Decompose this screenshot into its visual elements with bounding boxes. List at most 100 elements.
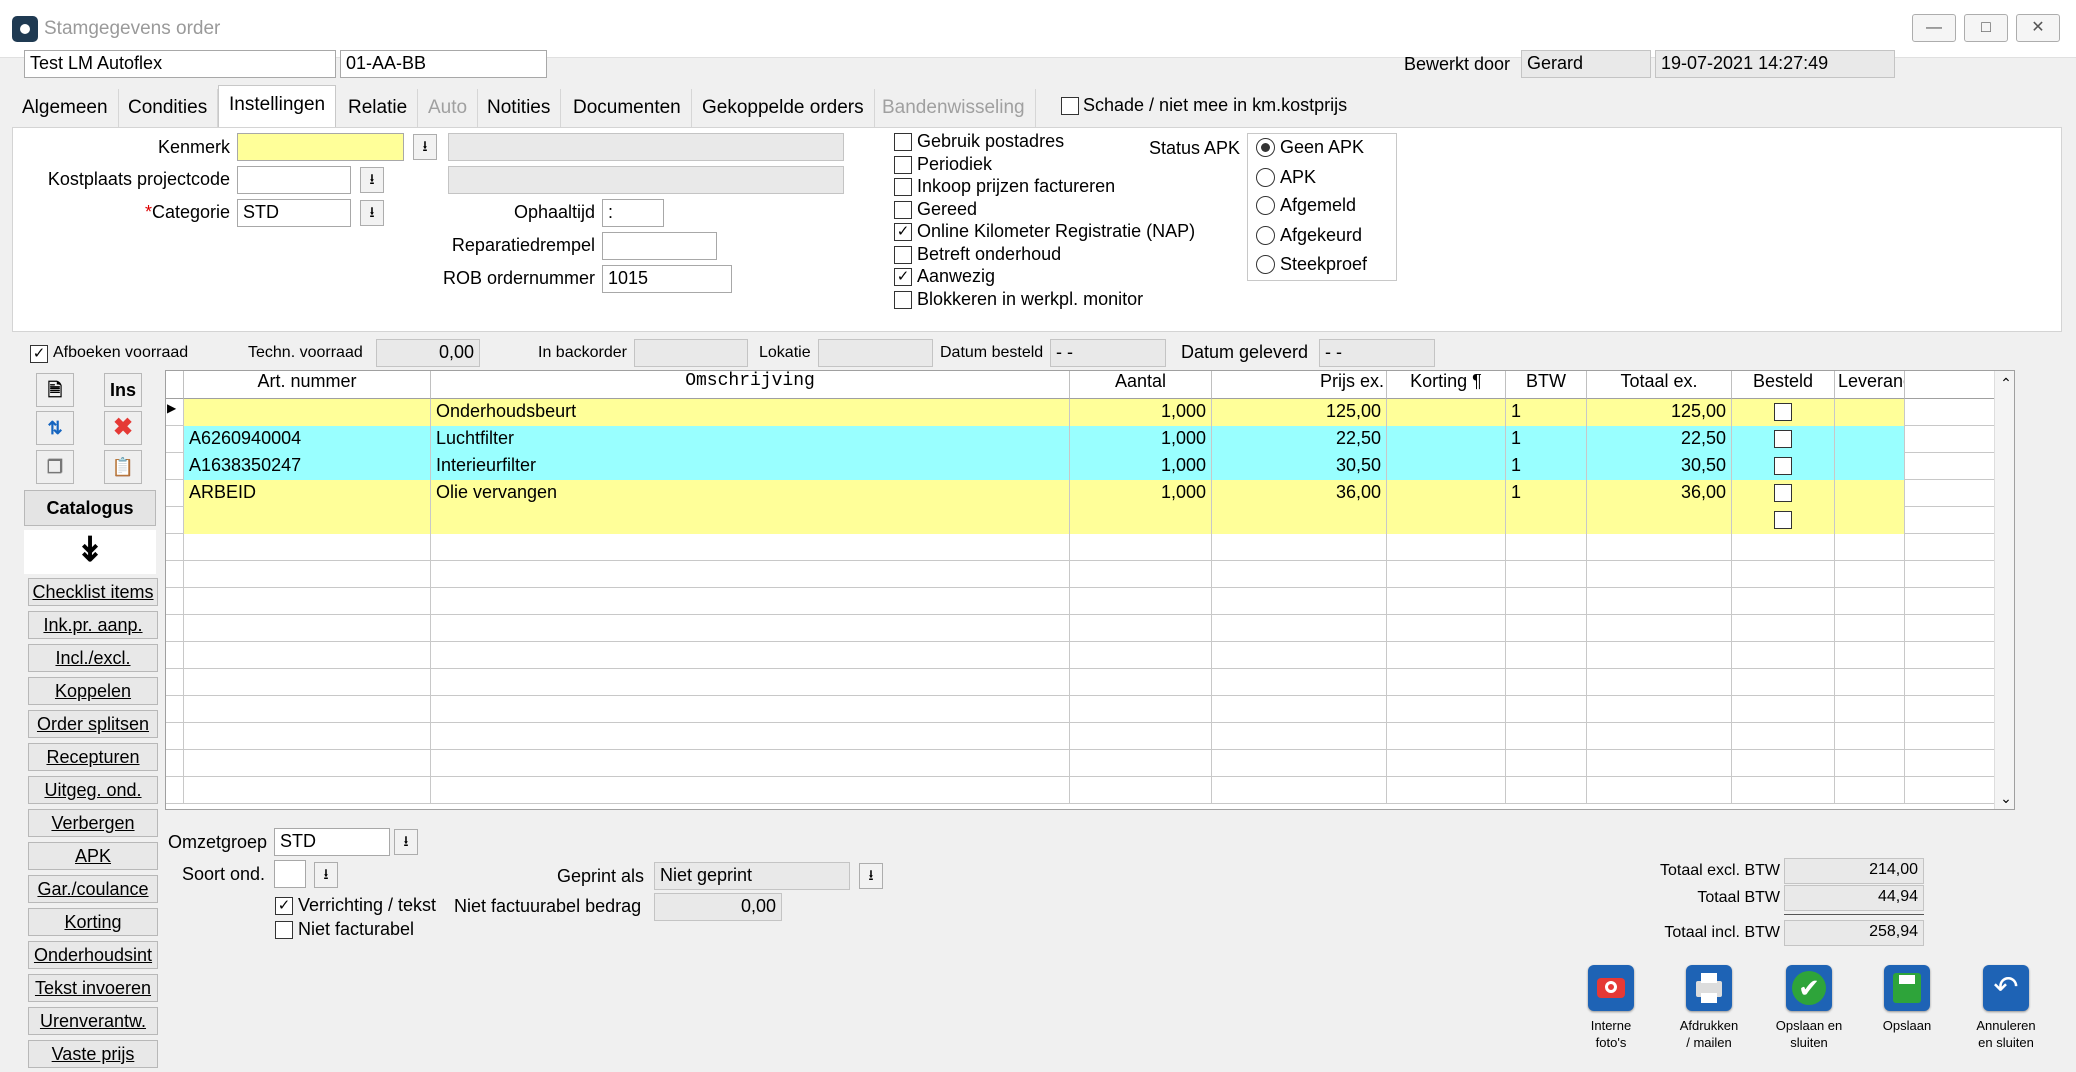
categorie-dropdown-icon[interactable]: ⭳: [360, 200, 384, 226]
table-cell[interactable]: [1506, 534, 1587, 561]
table-cell[interactable]: [431, 777, 1070, 804]
sort-az-icon[interactable]: ⇅: [36, 411, 74, 445]
table-cell[interactable]: 30,50: [1587, 453, 1732, 480]
radio-steekproef[interactable]: [1256, 255, 1275, 274]
table-cell[interactable]: [431, 696, 1070, 723]
column-header[interactable]: Totaal ex.: [1587, 371, 1732, 399]
table-row[interactable]: A6260940004 Luchtfilter 1,000 22,50 1 22,50: [166, 426, 2014, 453]
table-cell[interactable]: [1387, 399, 1506, 426]
table-row[interactable]: [166, 777, 2014, 804]
table-cell[interactable]: [1387, 588, 1506, 615]
table-cell[interactable]: [1587, 588, 1732, 615]
checkbox-inkoop-prijzen[interactable]: [894, 178, 912, 196]
column-header[interactable]: Korting ¶: [1387, 371, 1506, 399]
table-cell[interactable]: 36,00: [1212, 480, 1387, 507]
table-cell[interactable]: 125,00: [1587, 399, 1732, 426]
table-cell[interactable]: [431, 588, 1070, 615]
table-cell[interactable]: [184, 723, 431, 750]
leverancier-cell[interactable]: [1835, 534, 1905, 561]
table-cell[interactable]: 1: [1506, 480, 1587, 507]
table-cell[interactable]: [184, 399, 431, 426]
table-cell[interactable]: [1212, 696, 1387, 723]
table-cell[interactable]: [1587, 777, 1732, 804]
side-uren-button[interactable]: Urenverantw.: [28, 1007, 158, 1035]
table-cell[interactable]: 1,000: [1070, 399, 1212, 426]
column-header[interactable]: Art. nummer: [184, 371, 431, 399]
catalogus-button[interactable]: Catalogus: [24, 490, 156, 526]
table-cell[interactable]: [1387, 615, 1506, 642]
table-row[interactable]: [166, 696, 2014, 723]
table-cell[interactable]: 22,50: [1212, 426, 1387, 453]
niet-facturabel-checkbox[interactable]: [275, 921, 293, 939]
paste-icon[interactable]: 📋: [104, 450, 142, 484]
column-header[interactable]: Omschrijving: [431, 371, 1070, 399]
interne-fotos-button[interactable]: Interne foto's: [1565, 965, 1657, 1051]
kostplaats-dropdown-icon[interactable]: ⭳: [360, 167, 384, 193]
close-button[interactable]: ✕: [2016, 14, 2060, 42]
table-cell[interactable]: [1070, 750, 1212, 777]
table-cell[interactable]: [1587, 669, 1732, 696]
expand-chevron-icon[interactable]: ↡: [24, 530, 156, 574]
new-document-icon[interactable]: 🗎: [36, 373, 74, 407]
radio-afgemeld[interactable]: [1256, 196, 1275, 215]
kostplaats-field[interactable]: [237, 166, 351, 194]
table-cell[interactable]: Luchtfilter: [431, 426, 1070, 453]
table-cell[interactable]: [1212, 723, 1387, 750]
maximize-button[interactable]: □: [1964, 14, 2008, 42]
table-cell[interactable]: [184, 642, 431, 669]
verrichting-checkbox[interactable]: ✓: [275, 897, 293, 915]
tab-gekoppelde-orders[interactable]: Gekoppelde orders: [692, 89, 875, 127]
table-cell[interactable]: [1070, 507, 1212, 534]
table-cell[interactable]: [184, 696, 431, 723]
side-tekst-button[interactable]: Tekst invoeren: [28, 974, 158, 1002]
table-cell[interactable]: [184, 534, 431, 561]
soort-dropdown-icon[interactable]: ⭳: [314, 862, 338, 888]
minimize-button[interactable]: —: [1912, 14, 1956, 42]
table-cell[interactable]: [1387, 426, 1506, 453]
omzetgroep-dropdown-icon[interactable]: ⭳: [394, 829, 418, 855]
table-cell[interactable]: 22,50: [1587, 426, 1732, 453]
table-cell[interactable]: [184, 561, 431, 588]
checkbox-aanwezig[interactable]: ✓: [894, 268, 912, 286]
leverancier-cell[interactable]: [1835, 480, 1905, 507]
table-cell[interactable]: [431, 669, 1070, 696]
leverancier-cell[interactable]: [1835, 426, 1905, 453]
tab-documenten[interactable]: Documenten: [563, 89, 692, 127]
table-cell[interactable]: [431, 642, 1070, 669]
table-row[interactable]: [166, 588, 2014, 615]
table-row[interactable]: [166, 669, 2014, 696]
leverancier-cell[interactable]: [1835, 777, 1905, 804]
leverancier-cell[interactable]: [1835, 561, 1905, 588]
table-cell[interactable]: [1212, 642, 1387, 669]
table-cell[interactable]: [1387, 534, 1506, 561]
table-cell[interactable]: [1506, 723, 1587, 750]
table-cell[interactable]: [1070, 561, 1212, 588]
table-cell[interactable]: [184, 507, 431, 534]
table-cell[interactable]: [1587, 723, 1732, 750]
leverancier-cell[interactable]: [1835, 669, 1905, 696]
column-header[interactable]: Prijs ex.: [1212, 371, 1387, 399]
side-vasteprijs-button[interactable]: Vaste prijs: [28, 1040, 158, 1068]
table-cell[interactable]: [1387, 480, 1506, 507]
soort-field[interactable]: [274, 860, 306, 888]
table-cell[interactable]: [431, 723, 1070, 750]
table-cell[interactable]: [1387, 777, 1506, 804]
plate-field[interactable]: 01-AA-BB: [340, 50, 547, 78]
table-cell[interactable]: [1070, 615, 1212, 642]
table-cell[interactable]: [1212, 615, 1387, 642]
annuleren-button[interactable]: ↶ Annuleren en sluiten: [1960, 965, 2052, 1051]
table-cell[interactable]: [1387, 561, 1506, 588]
table-cell[interactable]: [184, 615, 431, 642]
table-cell[interactable]: [1387, 642, 1506, 669]
table-cell[interactable]: Interieurfilter: [431, 453, 1070, 480]
table-cell[interactable]: [1070, 642, 1212, 669]
side-uitgeg-button[interactable]: Uitgeg. ond.: [28, 776, 158, 804]
tab-notities[interactable]: Notities: [477, 89, 562, 127]
table-row[interactable]: [166, 723, 2014, 750]
table-cell[interactable]: [1587, 534, 1732, 561]
table-row[interactable]: [166, 615, 2014, 642]
leverancier-cell[interactable]: [1835, 399, 1905, 426]
table-cell[interactable]: 1,000: [1070, 426, 1212, 453]
categorie-field[interactable]: STD: [237, 199, 351, 227]
besteld-checkbox[interactable]: [1774, 511, 1792, 529]
